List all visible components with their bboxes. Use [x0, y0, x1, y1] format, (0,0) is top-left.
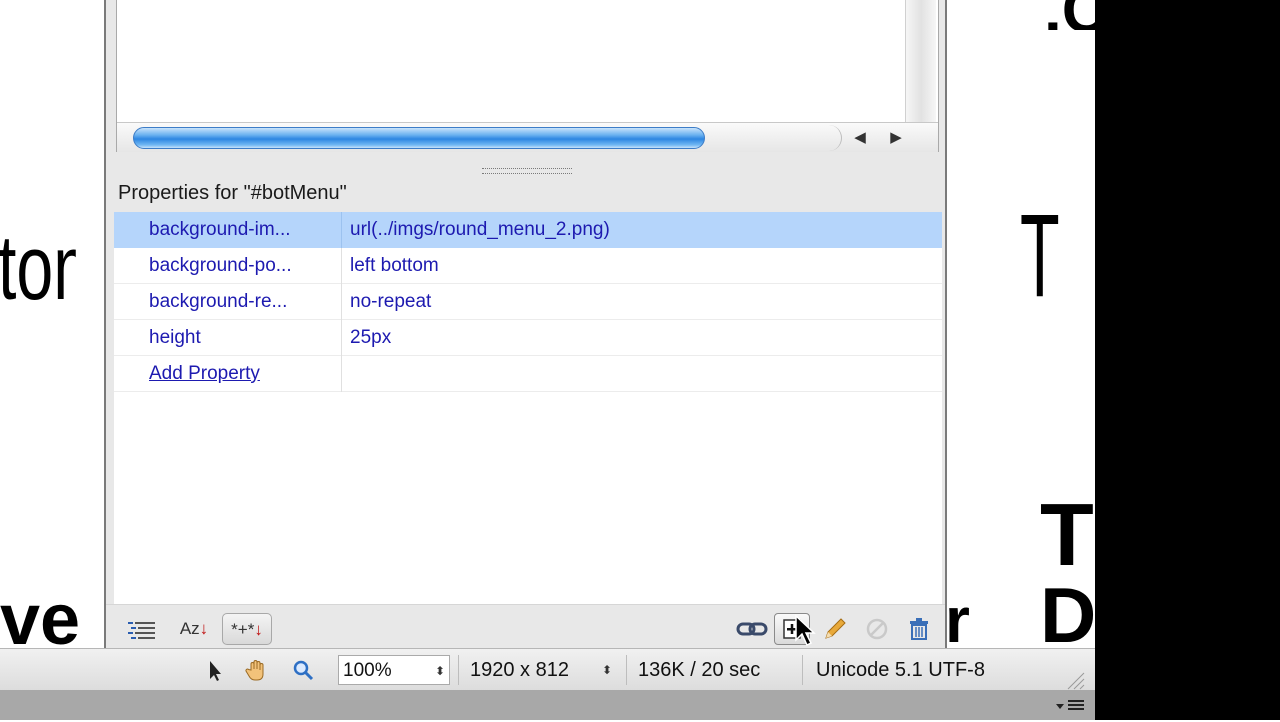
az-label: Az: [179, 619, 200, 638]
property-name[interactable]: background-re...: [149, 284, 341, 320]
zoom-value: 100%: [343, 660, 392, 681]
background-text-left-upper: tom: [0, 218, 76, 318]
status-divider: [458, 655, 459, 685]
delete-rule-button[interactable]: [902, 613, 936, 645]
background-text-right-bold-2: D: [1040, 575, 1096, 655]
property-name[interactable]: height: [149, 320, 341, 356]
property-value[interactable]: 25px: [350, 320, 930, 356]
select-tool-button[interactable]: [200, 655, 230, 685]
lower-panel-bar: [0, 690, 1095, 720]
properties-table: background-im... url(../imgs/round_menu_…: [114, 212, 942, 604]
scroll-left-button[interactable]: ◀: [843, 123, 877, 153]
window-size-select[interactable]: 1920 x 812 ⬍: [470, 655, 616, 685]
column-divider: [341, 212, 342, 248]
pane-resize-grip[interactable]: [482, 168, 572, 174]
show-set-properties-button[interactable]: *+*↓: [222, 613, 272, 645]
horizontal-scrollbar[interactable]: ◀ ▶: [117, 122, 938, 152]
background-text-mid: r: [945, 590, 970, 650]
edit-rule-button[interactable]: [818, 613, 852, 645]
property-value[interactable]: url(../imgs/round_menu_2.png): [350, 212, 930, 248]
document-status-bar: 100% ⬍ 1920 x 812 ⬍ 136K / 20 sec Unicod…: [0, 648, 1095, 691]
add-property-link[interactable]: Add Property: [149, 356, 341, 392]
css-styles-panel: ◀ ▶ Properties for "#botMenu" background…: [104, 0, 947, 656]
property-value[interactable]: no-repeat: [350, 284, 930, 320]
column-divider: [341, 248, 342, 284]
list-icon: [128, 622, 155, 639]
letterbox-strip: [1095, 0, 1280, 720]
scroll-right-button[interactable]: ▶: [879, 123, 913, 153]
background-text-right-upper: Th: [1020, 196, 1062, 316]
add-property-row: Add Property: [114, 356, 942, 392]
disable-circle-icon: [866, 618, 888, 640]
arrow-pointer-icon: [210, 661, 221, 681]
sort-down-arrow-icon: ↓: [254, 620, 263, 639]
property-value[interactable]: left bottom: [350, 248, 930, 284]
table-row[interactable]: background-im... url(../imgs/round_menu_…: [114, 212, 942, 248]
chain-link-icon: [736, 622, 768, 636]
background-text-left-lower: ve: [0, 590, 81, 650]
diagonal-grip-glyph: [1067, 672, 1085, 690]
sort-down-arrow-icon: ↓: [199, 619, 209, 638]
vertical-scrollbar[interactable]: [905, 0, 936, 122]
download-size-readout: 136K / 20 sec: [638, 659, 761, 681]
resize-grip-icon[interactable]: [1060, 669, 1088, 691]
scroll-track-end: [817, 125, 842, 151]
encoding-readout: Unicode 5.1 UTF-8: [816, 659, 985, 681]
disable-property-button[interactable]: [860, 613, 894, 645]
status-divider: [626, 655, 627, 685]
property-name[interactable]: background-po...: [149, 248, 341, 284]
background-text-top-right: .C: [1044, 0, 1096, 30]
attach-style-sheet-button[interactable]: [734, 613, 770, 645]
properties-title: Properties for "#botMenu": [118, 182, 347, 204]
trash-icon: [910, 618, 928, 640]
panel-menu-icon[interactable]: [1052, 694, 1092, 716]
zoom-tool-button[interactable]: [288, 655, 318, 685]
set-only-label: *+*: [231, 620, 255, 639]
alphabetical-view-button[interactable]: Az↓: [172, 613, 216, 645]
hand-icon: [245, 660, 264, 681]
table-row[interactable]: background-po... left bottom: [114, 248, 942, 284]
show-category-view-button[interactable]: [124, 613, 160, 645]
updown-arrows-icon: ⬍: [434, 664, 445, 678]
column-divider: [341, 284, 342, 320]
updown-arrows-icon: ⬍: [601, 663, 612, 677]
column-divider: [341, 320, 342, 356]
zoom-select[interactable]: 100% ⬍: [338, 655, 450, 685]
mouse-cursor-icon: [795, 614, 816, 647]
background-text-right-bold-1: T: [1040, 490, 1094, 580]
horizontal-scroll-thumb[interactable]: [133, 127, 705, 149]
status-divider: [802, 655, 803, 685]
column-divider: [341, 356, 342, 392]
property-name[interactable]: background-im...: [149, 212, 341, 248]
hand-tool-button[interactable]: [242, 655, 272, 685]
pencil-icon: [825, 618, 846, 639]
window-size-value: 1920 x 812: [470, 659, 569, 681]
options-menu-glyph: [1056, 700, 1084, 710]
table-row[interactable]: height 25px: [114, 320, 942, 356]
magnifier-icon: [293, 660, 314, 681]
rules-pane: ◀ ▶: [116, 0, 939, 152]
table-row[interactable]: background-re... no-repeat: [114, 284, 942, 320]
